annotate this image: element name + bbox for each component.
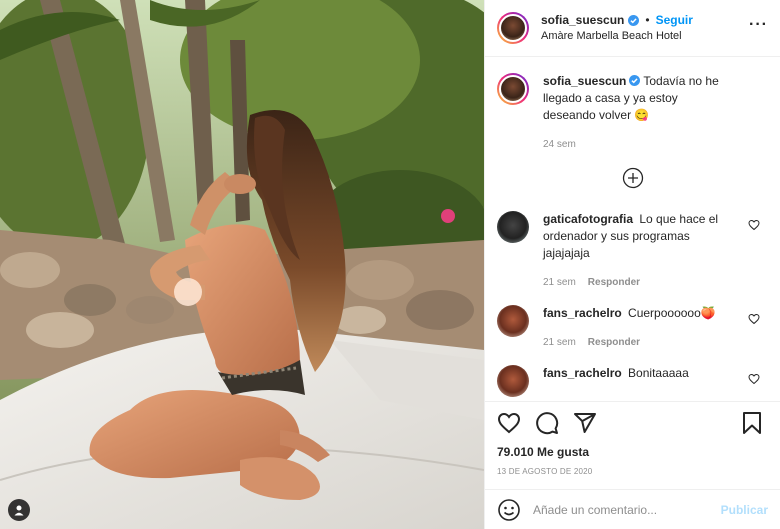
separator-dot: • [645,13,650,27]
load-more-comments-button[interactable] [497,167,768,189]
comment-time[interactable]: 21 sem [543,334,576,351]
comment-item: fans_rachelro Cuerpoooooo🍑 21 sem Respon… [497,305,768,351]
add-comment-bar: Publicar [485,489,780,529]
emoji-icon[interactable] [497,498,521,522]
like-count[interactable]: 79.010 Me gusta [497,445,768,459]
comment-input[interactable] [533,502,721,517]
caption-username[interactable]: sofia_suescun [543,74,626,88]
post-header: sofia_suescun • Seguir Amàre Marbella Be… [485,0,780,57]
comment-time[interactable]: 21 sem [543,274,576,291]
caption: sofia_suescun Todavía no he llegado a cas… [497,73,768,153]
bookmark-icon[interactable] [740,411,764,435]
comment-text: Cuerpoooooo🍑 [628,306,716,320]
commenter-username[interactable]: fans_rachelro [543,306,622,320]
post-photo[interactable] [0,0,484,529]
user-tag-icon [14,505,24,516]
author-username[interactable]: sofia_suescun [541,12,624,28]
comment-like-heart-icon[interactable] [748,313,760,325]
comment-like-heart-icon[interactable] [748,219,760,231]
comment-item: gaticafotografia Lo que hace el ordenado… [497,211,768,291]
comment-text: Bonitaaaaa [628,366,689,380]
comment-item: fans_rachelro Bonitaaaaa [497,365,768,397]
commenter-username[interactable]: fans_rachelro [543,366,622,380]
verified-badge-icon [629,75,641,86]
share-icon[interactable] [573,411,597,435]
comment-icon[interactable] [535,411,559,435]
post-side-panel: sofia_suescun • Seguir Amàre Marbella Be… [484,0,780,529]
post-location[interactable]: Amàre Marbella Beach Hotel [541,28,693,44]
post-actions: 79.010 Me gusta 13 DE AGOSTO DE 2020 [485,401,780,489]
more-horizontal-icon[interactable]: ··· [749,17,768,33]
commenter-avatar[interactable] [497,365,529,397]
author-avatar[interactable] [497,12,529,44]
user-tags-button[interactable] [8,499,30,521]
publish-button[interactable]: Publicar [721,503,768,517]
caption-author-avatar[interactable] [497,73,529,105]
commenter-avatar[interactable] [497,305,529,337]
commenter-avatar[interactable] [497,211,529,243]
heart-icon[interactable] [497,411,521,435]
instagram-post: sofia_suescun • Seguir Amàre Marbella Be… [0,0,780,529]
follow-button[interactable]: Seguir [656,12,693,28]
reply-button[interactable]: Responder [588,334,640,351]
post-date[interactable]: 13 DE AGOSTO DE 2020 [497,467,768,476]
comments-list[interactable]: sofia_suescun Todavía no he llegado a cas… [485,57,780,401]
reply-button[interactable]: Responder [588,274,640,291]
caption-time[interactable]: 24 sem [543,136,576,153]
photo-illustration [0,0,484,529]
plus-circle-icon[interactable] [622,167,644,189]
verified-badge-icon [628,14,640,26]
commenter-username[interactable]: gaticafotografia [543,212,633,226]
comment-like-heart-icon[interactable] [748,373,760,385]
